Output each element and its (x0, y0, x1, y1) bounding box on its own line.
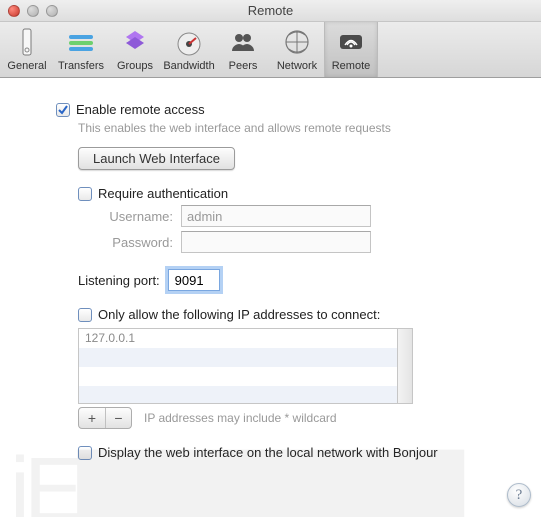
enable-remote-row: Enable remote access (56, 102, 485, 117)
username-label: Username: (78, 209, 173, 224)
bonjour-checkbox[interactable] (78, 446, 92, 460)
tab-remote-label: Remote (332, 60, 371, 72)
listening-port-field[interactable] (168, 269, 220, 291)
remote-icon (335, 26, 367, 58)
launch-web-interface-button[interactable]: Launch Web Interface (78, 147, 235, 170)
tab-general[interactable]: General (0, 22, 54, 77)
tab-transfers-label: Transfers (58, 60, 104, 72)
remote-pane: Enable remote access This enables the we… (0, 78, 541, 474)
help-button[interactable]: ? (507, 483, 531, 507)
ip-add-remove-segment: + − (78, 407, 132, 429)
tab-network-label: Network (277, 60, 317, 72)
listening-port-label: Listening port: (78, 273, 160, 288)
require-auth-label: Require authentication (98, 186, 228, 201)
tab-remote[interactable]: Remote (324, 22, 378, 77)
ip-row[interactable] (79, 367, 397, 386)
tab-groups-label: Groups (117, 60, 153, 72)
enable-remote-checkbox[interactable] (56, 103, 70, 117)
window-title: Remote (0, 3, 541, 18)
tab-general-label: General (7, 60, 46, 72)
tab-groups[interactable]: Groups (108, 22, 162, 77)
password-label: Password: (78, 235, 173, 250)
ip-whitelist-checkbox[interactable] (78, 308, 92, 322)
ip-row[interactable] (79, 348, 397, 367)
require-auth-checkbox[interactable] (78, 187, 92, 201)
ip-wildcard-hint: IP addresses may include * wildcard (144, 411, 337, 425)
enable-remote-hint: This enables the web interface and allow… (78, 121, 485, 135)
tab-peers-label: Peers (229, 60, 258, 72)
titlebar: Remote (0, 0, 541, 22)
bandwidth-icon (173, 26, 205, 58)
groups-icon (119, 26, 151, 58)
bonjour-label: Display the web interface on the local n… (98, 445, 438, 460)
ip-remove-button[interactable]: − (105, 408, 131, 428)
ip-row[interactable] (79, 386, 397, 404)
peers-icon (227, 26, 259, 58)
transfers-icon (65, 26, 97, 58)
password-field[interactable] (181, 231, 371, 253)
ip-whitelist-label: Only allow the following IP addresses to… (98, 307, 380, 322)
tab-network[interactable]: Network (270, 22, 324, 77)
ip-list-scrollbar[interactable] (398, 328, 413, 404)
ip-list[interactable]: 127.0.0.1 (78, 328, 398, 404)
ip-add-button[interactable]: + (79, 408, 105, 428)
tab-peers[interactable]: Peers (216, 22, 270, 77)
tab-bandwidth[interactable]: Bandwidth (162, 22, 216, 77)
username-field[interactable] (181, 205, 371, 227)
general-icon (11, 26, 43, 58)
preferences-toolbar: General Transfers Groups Bandwidth Peers… (0, 22, 541, 78)
ip-list-container: 127.0.0.1 (78, 328, 485, 404)
tab-bandwidth-label: Bandwidth (163, 60, 214, 72)
ip-row[interactable]: 127.0.0.1 (79, 329, 397, 348)
tab-transfers[interactable]: Transfers (54, 22, 108, 77)
network-icon (281, 26, 313, 58)
enable-remote-label: Enable remote access (76, 102, 205, 117)
